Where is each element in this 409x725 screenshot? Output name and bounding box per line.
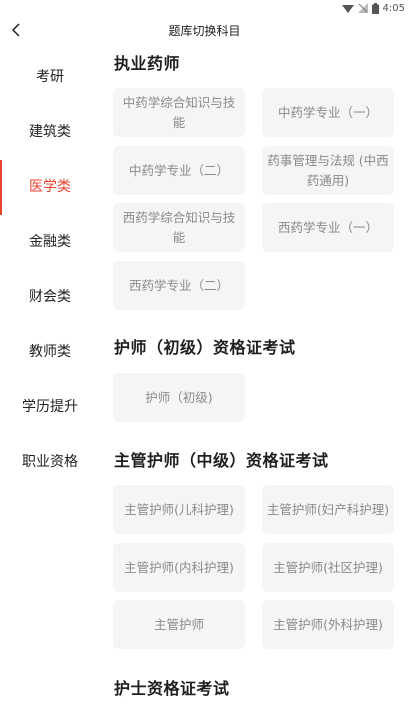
section-title: 主管护师（中级）资格证考试 — [114, 451, 329, 470]
category-sidebar: 考研 建筑类 医学类 金融类 财会类 教师类 学历提升 职业资格 — [0, 48, 100, 488]
subject-card[interactable]: 西药学专业（一） — [262, 203, 394, 252]
sidebar-item-architecture[interactable]: 建筑类 — [0, 103, 100, 158]
subject-card[interactable]: 主管护师(社区护理) — [262, 543, 394, 592]
subject-card[interactable]: 中药学专业（一） — [262, 88, 394, 137]
wifi-off-icon — [357, 3, 368, 13]
status-bar: 4:05 — [0, 0, 409, 16]
sidebar-item-professional[interactable]: 职业资格 — [0, 433, 100, 488]
section-title: 执业药师 — [114, 54, 181, 73]
subject-card[interactable]: 中药学专业（二） — [113, 146, 245, 195]
subject-card[interactable]: 护师（初级) — [113, 373, 245, 422]
subject-card[interactable]: 药事管理与法规 (中西药通用) — [262, 146, 394, 195]
section-title: 护士资格证考试 — [114, 679, 230, 698]
top-app-bar: 题库切换科目 — [0, 16, 409, 46]
subject-card[interactable]: 中药学综合知识与技能 — [113, 88, 245, 137]
subject-card[interactable]: 主管护师 — [113, 600, 245, 649]
subject-card[interactable]: 主管护师(内科护理) — [113, 543, 245, 592]
subject-card[interactable]: 主管护师(外科护理) — [262, 600, 394, 649]
status-icons: 4:05 — [341, 0, 405, 16]
sidebar-item-medical[interactable]: 医学类 — [0, 158, 100, 215]
sidebar-item-teacher[interactable]: 教师类 — [0, 323, 100, 378]
signal-icon — [341, 3, 354, 13]
battery-icon — [371, 2, 379, 14]
sidebar-item-kaoyan[interactable]: 考研 — [0, 48, 100, 103]
section-title: 护师（初级）资格证考试 — [114, 338, 296, 357]
sidebar-item-education[interactable]: 学历提升 — [0, 378, 100, 433]
subject-card[interactable]: 西药学专业（二） — [113, 261, 245, 310]
status-time: 4:05 — [382, 2, 405, 14]
sidebar-item-finance[interactable]: 金融类 — [0, 213, 100, 268]
subject-card[interactable]: 主管护师(妇产科护理) — [262, 485, 394, 534]
sidebar-item-accounting[interactable]: 财会类 — [0, 268, 100, 323]
page-title: 题库切换科目 — [168, 24, 241, 38]
subject-card[interactable]: 西药学综合知识与技能 — [113, 203, 245, 252]
subject-card[interactable]: 主管护师(儿科护理) — [113, 485, 245, 534]
